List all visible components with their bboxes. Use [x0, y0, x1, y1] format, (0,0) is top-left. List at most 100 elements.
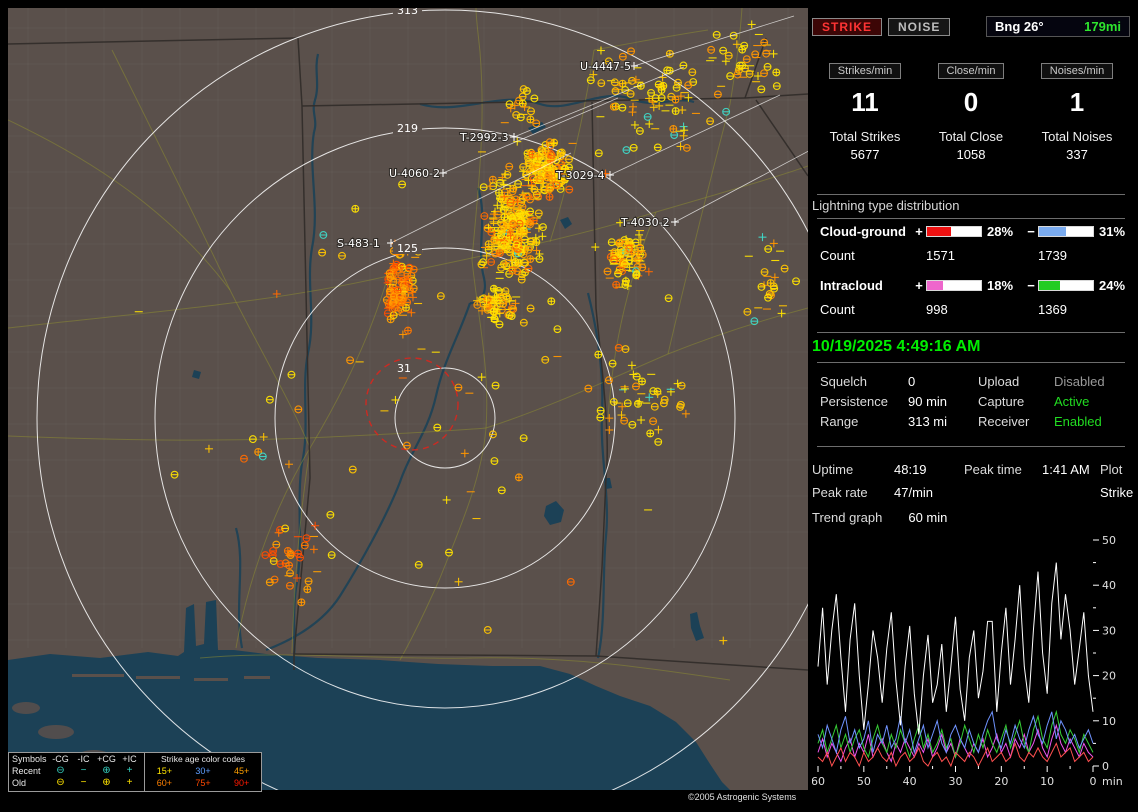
uptime-value: 48:19: [894, 462, 927, 477]
svg-text:10: 10: [1102, 715, 1116, 728]
total-close: Total Close 1058: [939, 129, 1003, 162]
peak-rate-value: 47/min: [894, 485, 934, 500]
svg-text:20: 20: [994, 775, 1008, 788]
rate-labels-row: Strikes/min Close/min Noises/min: [812, 63, 1130, 79]
peak-rate-label: Peak rate: [812, 485, 868, 500]
pos-ic-symbol-icon: +: [126, 777, 133, 788]
ic-minus-pct: 24%: [1099, 278, 1126, 293]
strike-indicator-button[interactable]: STRIKE: [812, 17, 883, 36]
upload-label: Upload: [978, 374, 1020, 389]
plot-value: Strike: [1100, 485, 1134, 500]
ic-plus-bar: [926, 280, 982, 291]
minus-sign: −: [1027, 224, 1035, 239]
rate-values-row: 11 0 1: [812, 87, 1130, 118]
status-grid: Squelch 0 Upload Disabled Persistence 90…: [820, 372, 1126, 432]
range-label: Range: [820, 414, 859, 429]
legend-symbols-header: Symbols: [12, 754, 47, 764]
legend-row-recent-label: Recent: [12, 766, 41, 776]
total-strikes-label: Total Strikes: [829, 129, 901, 144]
svg-text:30: 30: [949, 775, 963, 788]
map-legend: Symbols -CG -IC +CG +IC Recent ⊖ − ⊕ + O…: [8, 752, 262, 792]
peak-time-label: Peak time: [964, 462, 1022, 477]
age-code-15: 15+: [156, 766, 172, 776]
divider: [817, 218, 1125, 219]
plus-sign: +: [915, 278, 923, 293]
map-canvas[interactable]: U-4447-5 T-2992-3 U-4060-2 T-3029-4 T-4030-2…: [8, 8, 808, 790]
svg-text:31: 31: [397, 362, 411, 375]
ic-minus-bar: [1038, 280, 1094, 291]
totals-row: Total Strikes 5677 Total Close 1058 Tota…: [812, 129, 1130, 162]
svg-text:min: min: [1102, 775, 1123, 788]
distribution-title: Lightning type distribution: [812, 198, 960, 213]
divider: [817, 194, 1125, 195]
noise-indicator-button[interactable]: NOISE: [888, 17, 951, 36]
legend-row-old-label: Old: [12, 778, 27, 788]
legend-age-header: Strike age color codes: [160, 754, 246, 764]
svg-text:10: 10: [1040, 775, 1054, 788]
intracloud-row: Intracloud + 18% − 24%: [820, 278, 1126, 293]
total-close-value: 1058: [956, 147, 986, 162]
status-panel: STRIKE NOISE Bng 26° 179mi Strikes/min C…: [812, 8, 1134, 804]
svg-text:S-483-1: S-483-1: [337, 237, 380, 250]
persistence-label: Persistence: [820, 394, 888, 409]
app-window: U-4447-5 T-2992-3 U-4060-2 T-3029-4 T-4030-2…: [0, 0, 1138, 812]
squelch-value: 0: [908, 374, 916, 389]
plot-label: Plot: [1100, 462, 1123, 477]
neg-cg-symbol-icon: ⊖: [56, 765, 65, 776]
trend-window-value: 60 min: [908, 510, 948, 525]
uptime-label: Uptime: [812, 462, 854, 477]
trend-header: Trend graph 60 min: [812, 510, 1130, 525]
cg-plus-count: 1571: [926, 248, 955, 263]
svg-text:50: 50: [857, 775, 871, 788]
close-per-min-button[interactable]: Close/min: [937, 63, 1005, 79]
copyright: ©2005 Astrogenic Systems: [688, 792, 797, 802]
count-label: Count: [820, 248, 855, 263]
legend-col-pos-cg: +CG: [97, 754, 116, 764]
ic-plus-pct: 18%: [987, 278, 1014, 293]
total-noises: Total Noises 337: [1042, 129, 1113, 162]
svg-text:T-3029-4: T-3029-4: [555, 169, 605, 182]
neg-cg-symbol-icon: ⊖: [56, 777, 65, 788]
svg-text:219: 219: [397, 122, 418, 135]
noises-per-min-value: 1: [1069, 87, 1085, 117]
cg-plus-pct: 28%: [987, 224, 1014, 239]
divider: [817, 446, 1125, 447]
receiver-value: Enabled: [1054, 414, 1102, 429]
range-value: 313 mi: [908, 414, 948, 429]
svg-text:50: 50: [1102, 534, 1116, 547]
svg-text:30: 30: [1102, 624, 1116, 637]
trend-graph-label: Trend graph: [812, 510, 883, 525]
cg-plus-bar: [926, 226, 982, 237]
total-noises-value: 337: [1066, 147, 1088, 162]
legend-col-pos-ic: +IC: [122, 754, 137, 764]
svg-text:20: 20: [1102, 670, 1116, 683]
strikes-per-min-button[interactable]: Strikes/min: [828, 63, 902, 79]
minus-sign: −: [1027, 278, 1035, 293]
svg-text:T-4030-2: T-4030-2: [620, 216, 670, 229]
intracloud-label: Intracloud: [820, 278, 883, 293]
close-per-min-value: 0: [963, 87, 979, 117]
bearing-value: Bng 26°: [995, 19, 1044, 34]
legend-col-neg-ic: -IC: [77, 754, 90, 764]
plus-sign: +: [915, 224, 923, 239]
legend-col-neg-cg: -CG: [52, 754, 69, 764]
svg-text:40: 40: [903, 775, 917, 788]
peak-time-value: 1:41 AM: [1042, 462, 1090, 477]
svg-text:313: 313: [397, 8, 418, 17]
upload-value: Disabled: [1054, 374, 1105, 389]
squelch-label: Squelch: [820, 374, 867, 389]
svg-text:0: 0: [1090, 775, 1097, 788]
age-code-90: 90+: [234, 778, 250, 788]
cloud-ground-label: Cloud-ground: [820, 224, 906, 239]
noises-per-min-button[interactable]: Noises/min: [1040, 63, 1114, 79]
neg-ic-symbol-icon: −: [80, 765, 87, 776]
svg-text:60: 60: [812, 775, 825, 788]
ic-plus-count: 998: [926, 302, 948, 317]
capture-label: Capture: [978, 394, 1025, 409]
divider: [817, 332, 1125, 333]
total-strikes: Total Strikes 5677: [830, 129, 901, 162]
svg-text:U-4060-2: U-4060-2: [389, 167, 440, 180]
svg-text:0: 0: [1102, 760, 1109, 773]
lightning-map[interactable]: U-4447-5 T-2992-3 U-4060-2 T-3029-4 T-4030-2…: [8, 8, 808, 792]
pos-ic-symbol-icon: +: [126, 765, 133, 776]
